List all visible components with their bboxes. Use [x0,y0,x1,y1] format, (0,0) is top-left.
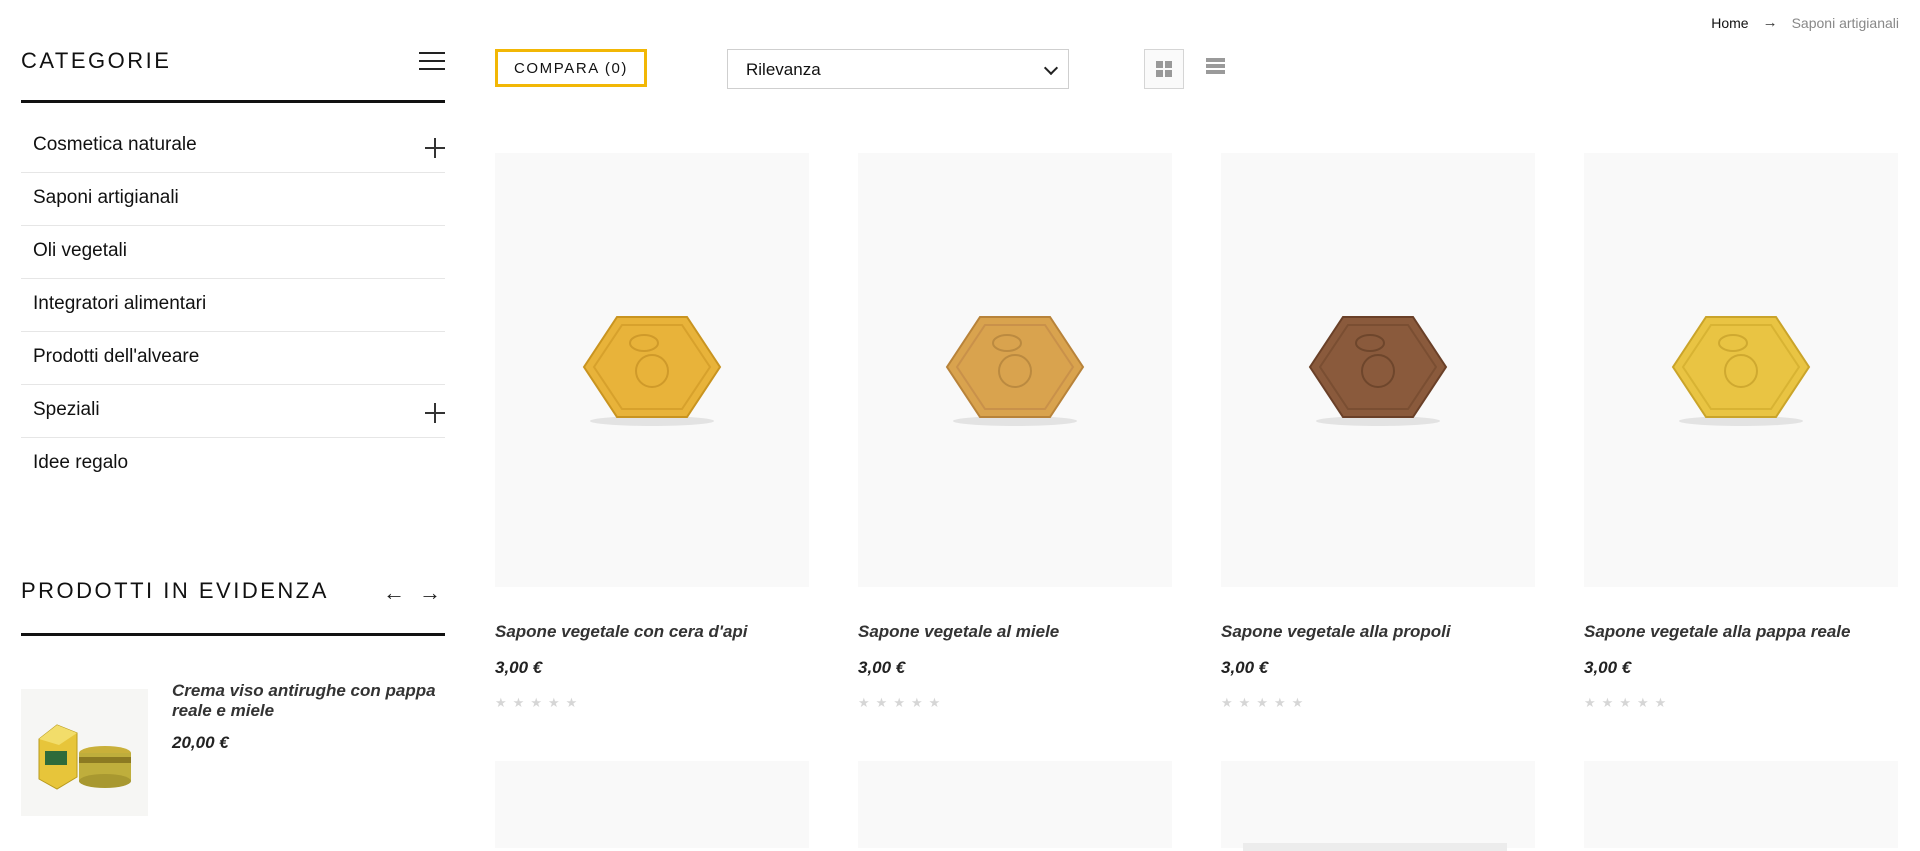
star-icon: ★ [565,695,578,710]
categories-header: CATEGORIE [21,48,445,103]
product-image[interactable] [1221,153,1535,587]
product-price: 3,00 € [858,658,906,677]
product-image[interactable] [858,761,1172,848]
arrow-left-icon[interactable]: ← [383,580,405,606]
star-icon: ★ [910,695,923,710]
star-icon: ★ [1619,695,1631,710]
product-name[interactable]: Sapone vegetale alla propoli [1221,622,1451,642]
soap-bar [945,316,1085,418]
sidebar-item-oli-vegetali[interactable]: Oli vegetali [21,226,445,279]
star-icon: ★ [1238,695,1251,710]
sidebar-item-label: Prodotti dell'alveare [33,346,200,367]
breadcrumb-home-link[interactable]: Home [1711,15,1748,31]
product-image[interactable] [1584,761,1898,848]
star-rating: ★ ★ ★ ★ ★ [858,695,940,711]
featured-product-image[interactable] [21,689,148,816]
arrow-right-icon: → [1762,14,1778,31]
featured-product-price: 20,00 € [172,733,229,752]
product-name[interactable]: Sapone vegetale alla pappa reale [1584,622,1850,642]
product-image[interactable] [495,153,809,587]
product-image[interactable] [495,761,809,848]
featured-product-name[interactable]: Crema viso antirughe con pappa reale e m… [172,681,442,721]
categories-title: CATEGORIE [21,48,172,73]
plus-icon[interactable] [425,138,445,158]
soap-bar [1671,316,1811,418]
grid-view-icon[interactable] [1144,49,1184,89]
featured-header: PRODOTTI IN EVIDENZA ← → [21,578,445,636]
star-rating: ★ ★ ★ ★ ★ [1584,695,1666,711]
product-price: 3,00 € [1584,658,1632,677]
star-rating: ★ ★ ★ ★ ★ [495,695,577,711]
star-icon: ★ [1273,695,1286,710]
breadcrumb: Home → Saponi artigianali [1711,14,1899,31]
plus-icon[interactable] [425,403,445,423]
category-list: Cosmetica naturale Saponi artigianali Ol… [21,120,445,490]
star-icon: ★ [858,695,870,710]
sort-selected-value: Rilevanza [746,60,821,79]
hamburger-icon[interactable] [419,52,445,72]
sidebar-item-label: Integratori alimentari [33,293,207,314]
star-icon: ★ [893,695,905,710]
sidebar-item-idee-regalo[interactable]: Idee regalo [21,438,445,490]
sidebar-item-speziali[interactable]: Speziali [21,385,445,438]
featured-nav: ← → [383,580,441,606]
featured-title: PRODOTTI IN EVIDENZA [21,578,329,603]
star-icon: ★ [928,695,941,710]
star-icon: ★ [547,695,560,710]
sort-select[interactable]: Rilevanza [727,49,1069,89]
sidebar-item-label: Oli vegetali [33,240,127,261]
arrow-right-icon[interactable]: → [419,580,441,606]
sidebar-item-saponi-artigianali[interactable]: Saponi artigianali [21,173,445,226]
star-icon: ★ [530,695,542,710]
list-view-icon[interactable] [1206,58,1226,78]
breadcrumb-current: Saponi artigianali [1791,14,1899,31]
sidebar-item-integratori-alimentari[interactable]: Integratori alimentari [21,279,445,332]
star-icon: ★ [1636,695,1649,710]
sidebar-item-prodotti-alveare[interactable]: Prodotti dell'alveare [21,332,445,385]
star-rating: ★ ★ ★ ★ ★ [1221,695,1303,711]
star-icon: ★ [495,695,507,710]
product-price: 3,00 € [1221,658,1269,677]
product-price: 3,00 € [495,658,543,677]
sidebar-item-label: Idee regalo [33,452,129,473]
product-image[interactable] [1584,153,1898,587]
soap-bar [1308,316,1448,418]
product-image[interactable] [858,153,1172,587]
product-image[interactable] [1221,761,1535,851]
soap-bar [582,316,722,418]
compare-button[interactable]: COMPARA (0) [495,49,647,87]
sidebar-item-label: Speziali [33,399,100,420]
sidebar-item-label: Cosmetica naturale [33,134,197,155]
product-name[interactable]: Sapone vegetale al miele [858,622,1059,642]
star-icon: ★ [875,695,888,710]
star-icon: ★ [512,695,525,710]
chevron-down-icon [1043,60,1059,76]
star-icon: ★ [1654,695,1667,710]
featured-product: Crema viso antirughe con pappa reale e m… [21,681,445,819]
star-icon: ★ [1291,695,1304,710]
sidebar-item-label: Saponi artigianali [33,187,179,208]
star-icon: ★ [1221,695,1233,710]
star-icon: ★ [1601,695,1614,710]
sidebar-item-cosmetica-naturale[interactable]: Cosmetica naturale [21,120,445,173]
star-icon: ★ [1256,695,1268,710]
star-icon: ★ [1584,695,1596,710]
product-name[interactable]: Sapone vegetale con cera d'api [495,622,748,642]
product-image-edge [1243,843,1507,851]
